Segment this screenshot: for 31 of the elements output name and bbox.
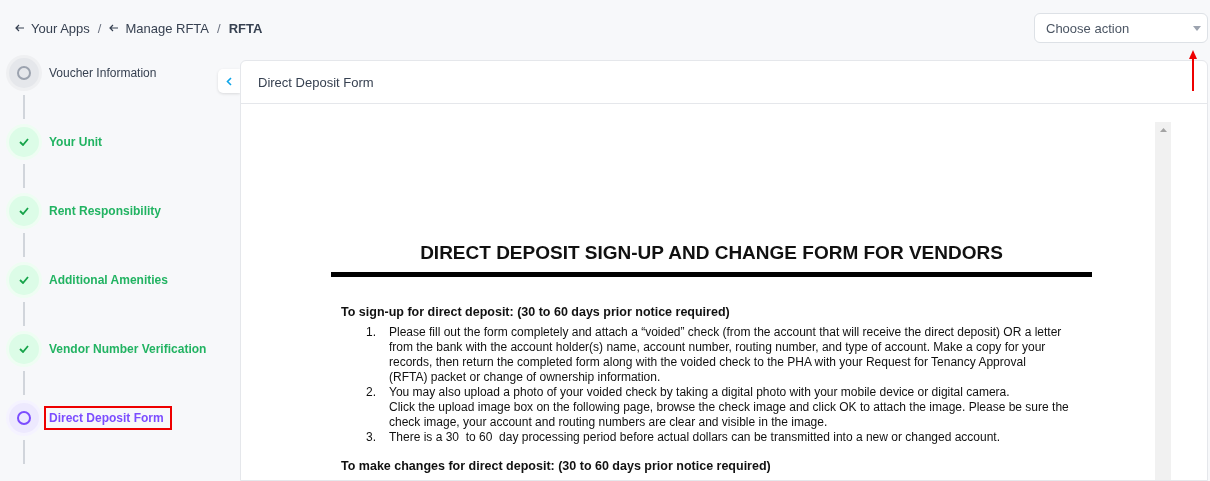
action-select[interactable]: Choose action [1034, 13, 1208, 43]
instruction-text: Please fill out the form completely and attach a “voided” check (from the account that will receive the direct deposit) OR a letter from the bank with the account holder(s) name, account number, routing number, and type of account. Make a copy for your records, then return the completed form along with the voided check to the PHA with your Request for Tenancy Approval (RFTA) packet or change of ownership information. [389, 325, 1062, 385]
instruction-text: You may also upload a photo of your voided check by taking a digital photo with your mobile device or digital camera. Click the upload image box on the following page, browse the check image and click OK to attach the image. Please be sure the check image, your account and routing numbers are clear and visible in the image. [389, 385, 1069, 430]
back-arrow-icon [109, 24, 120, 32]
section-heading: To sign-up for direct deposit: (30 to 60 days prior notice required) [341, 305, 731, 319]
circle-icon [17, 65, 31, 80]
dropdown-caret-icon [1193, 25, 1201, 31]
circle-icon [17, 410, 31, 425]
panel-title: Direct Deposit Form [258, 74, 374, 90]
check-icon [19, 137, 29, 146]
chevron-left-icon [226, 76, 232, 86]
item-number: 2. [366, 385, 377, 401]
step-label[interactable]: Direct Deposit Form [49, 410, 164, 425]
step-label[interactable]: Voucher Information [49, 65, 157, 80]
check-icon [19, 275, 29, 284]
document-title: DIRECT DEPOSIT SIGN-UP AND CHANGE FORM FOR VENDORS [419, 242, 1004, 264]
check-icon [19, 344, 29, 353]
breadcrumb-link[interactable]: Your Apps [15, 20, 90, 36]
breadcrumb-separator: / [97, 20, 102, 36]
section-heading: To make changes for direct deposit: (30 to 60 days prior notice required) [341, 459, 772, 473]
collapse-button[interactable] [218, 69, 240, 93]
breadcrumb-link[interactable]: RFTA [228, 20, 263, 36]
breadcrumb-link[interactable]: Manage RFTA [109, 20, 209, 36]
scroll-up-icon[interactable] [1159, 128, 1167, 132]
back-arrow-icon [15, 24, 25, 32]
scrollbar[interactable] [1155, 122, 1171, 480]
item-number: 3. [366, 430, 377, 445]
item-number: 1. [366, 325, 377, 341]
instruction-text: There is a 30 to 60 day processing period before actual dollars can be transmitted into a new or changed account. [389, 430, 1001, 445]
breadcrumb-separator: / [217, 20, 221, 36]
check-icon [19, 206, 29, 215]
